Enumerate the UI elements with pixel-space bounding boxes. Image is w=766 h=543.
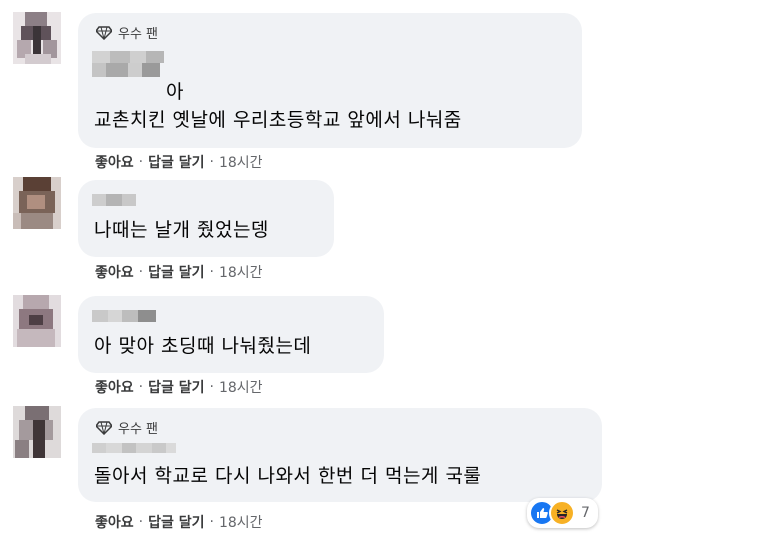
avatar[interactable] xyxy=(13,12,61,64)
haha-icon xyxy=(549,500,575,526)
reply-link[interactable]: 답글 달기 xyxy=(148,152,204,172)
reply-link[interactable]: 답글 달기 xyxy=(148,262,204,282)
author-name-blurred[interactable] xyxy=(92,51,164,63)
timestamp[interactable]: 18시간 xyxy=(219,152,263,172)
avatar[interactable] xyxy=(13,406,61,458)
like-link[interactable]: 좋아요 xyxy=(95,512,134,532)
avatar[interactable] xyxy=(13,177,61,229)
timestamp[interactable]: 18시간 xyxy=(219,262,263,282)
reply-link[interactable]: 답글 달기 xyxy=(148,512,204,532)
comment-bubble: 아 맞아 초딩때 나눠줬는데 xyxy=(78,296,384,373)
top-fan-badge[interactable]: 우수 팬 xyxy=(96,23,158,42)
reactions-summary[interactable]: 7 xyxy=(527,498,598,528)
comment-actions: 좋아요 · 답글 달기 · 18시간 xyxy=(95,152,263,172)
comment-actions: 좋아요 · 답글 달기 · 18시간 xyxy=(95,262,263,282)
avatar[interactable] xyxy=(13,295,61,347)
badge-label: 우수 팬 xyxy=(118,422,159,437)
author-name-blurred[interactable] xyxy=(92,443,176,453)
diamond-icon xyxy=(96,420,112,435)
badge-label: 우수 팬 xyxy=(118,27,159,42)
reply-link[interactable]: 답글 달기 xyxy=(148,377,204,397)
comment-bubble: 우수 팬 아 교촌치킨 옛날에 우리초등학교 앞에서 나눠줌 xyxy=(78,13,582,148)
comment-text: 아 맞아 초딩때 나눠줬는데 xyxy=(94,335,312,357)
comment-text: 돌아서 학교로 다시 나와서 한번 더 먹는게 국룰 xyxy=(94,465,482,487)
like-link[interactable]: 좋아요 xyxy=(95,377,134,397)
comment-bubble: 나때는 날개 줬었는뎅 xyxy=(78,180,334,257)
author-name-blurred[interactable] xyxy=(92,310,156,322)
comment-bubble: 우수 팬 돌아서 학교로 다시 나와서 한번 더 먹는게 국룰 xyxy=(78,408,602,502)
comment-actions: 좋아요 · 답글 달기 · 18시간 xyxy=(95,512,263,532)
timestamp[interactable]: 18시간 xyxy=(219,377,263,397)
comment-text: 교촌치킨 옛날에 우리초등학교 앞에서 나눠줌 xyxy=(94,109,462,131)
like-link[interactable]: 좋아요 xyxy=(95,152,134,172)
comment-text: 나때는 날개 줬었는뎅 xyxy=(94,219,269,241)
comment-actions: 좋아요 · 답글 달기 · 18시간 xyxy=(95,377,263,397)
top-fan-badge[interactable]: 우수 팬 xyxy=(96,418,158,437)
reaction-count: 7 xyxy=(581,505,590,521)
author-name-suffix: 아 xyxy=(166,81,184,103)
like-link[interactable]: 좋아요 xyxy=(95,262,134,282)
diamond-icon xyxy=(96,25,112,40)
timestamp[interactable]: 18시간 xyxy=(219,512,263,532)
author-name-blurred[interactable] xyxy=(92,194,136,206)
